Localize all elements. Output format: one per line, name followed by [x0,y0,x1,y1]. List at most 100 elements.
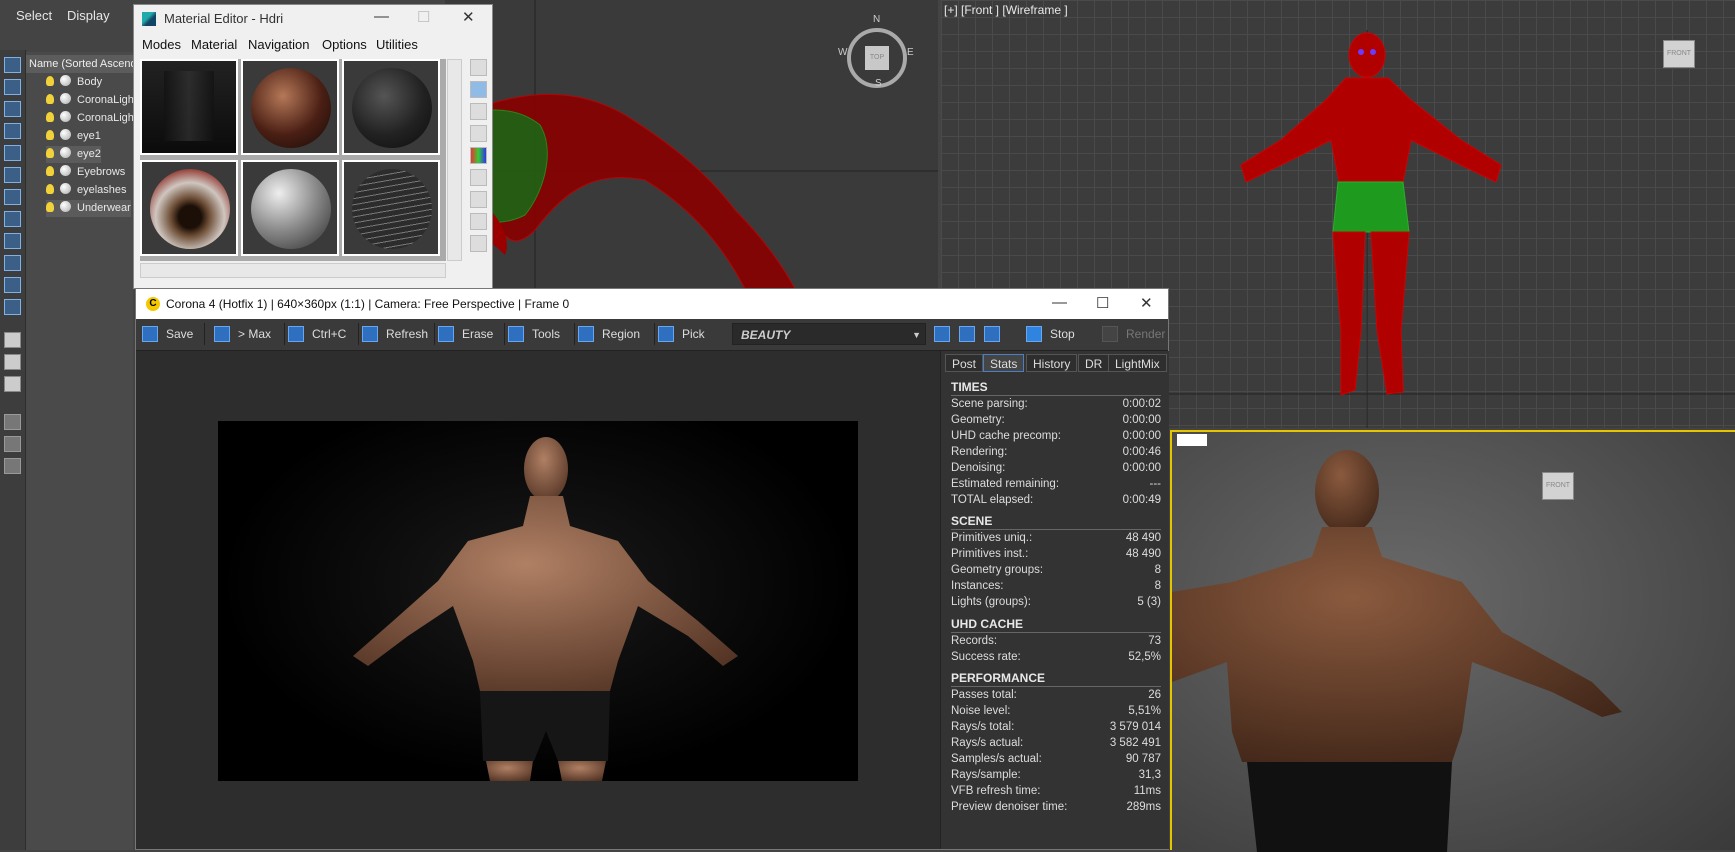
zoom-fit-button[interactable] [984,323,1000,345]
list-icon[interactable] [4,376,21,392]
display-lights-icon[interactable] [4,101,21,117]
stat-row: Rays/s actual: 3 582 491 [951,737,1161,749]
backlight-icon[interactable] [470,81,487,98]
maximize-icon[interactable]: ☐ [1096,294,1109,312]
pick-button[interactable]: Pick [658,323,705,345]
send-to-max-button[interactable]: > Max [214,323,271,345]
material-navigator-icon[interactable] [470,235,487,252]
list-item[interactable]: eye1 [46,128,101,145]
document-icon[interactable] [4,332,21,348]
display-frozen-icon[interactable] [4,277,21,293]
menu-utilities[interactable]: Utilities [376,37,418,52]
display-hidden-icon[interactable] [4,299,21,315]
display-containers-icon[interactable] [4,255,21,271]
list-item[interactable]: Eyebrows [46,164,125,181]
tab-lightmix[interactable]: LightMix [1108,354,1167,372]
render-button[interactable]: Render [1102,323,1165,345]
tools-button[interactable]: Tools [508,323,560,345]
filter-icon[interactable] [4,414,21,430]
navcube-front[interactable]: FRONT [1663,40,1695,68]
tab-dr[interactable]: DR [1078,354,1110,372]
close-icon[interactable]: ✕ [462,8,475,26]
list-item[interactable]: CoronaLight [46,110,137,127]
gear-icon [508,326,524,342]
layer-filter-icon[interactable] [4,436,21,452]
material-slot-cloth[interactable] [342,59,440,155]
zoom-in-button[interactable] [934,323,950,345]
display-cameras-icon[interactable] [4,123,21,139]
sample-uv-icon[interactable] [470,125,487,142]
menu-display[interactable]: Display [67,8,110,23]
slots-horizontal-scrollbar[interactable] [140,263,446,278]
light-bulb-icon[interactable] [46,184,54,194]
maximize-icon[interactable]: ☐ [417,8,430,26]
material-slot-eye[interactable] [140,160,238,256]
material-slot-wire[interactable] [342,160,440,256]
viewcube-top[interactable]: TOP [865,46,889,70]
select-objects-icon[interactable] [4,57,21,73]
material-editor-app-icon [142,12,156,26]
minimize-icon[interactable]: — [1052,294,1067,311]
menu-material[interactable]: Material [191,37,237,52]
refresh-button[interactable]: Refresh [362,323,428,345]
light-bulb-icon[interactable] [46,166,54,176]
menu-navigation[interactable]: Navigation [248,37,309,52]
pick-hand-icon [658,326,674,342]
vfb-tabs: Post Stats History DR LightMix [941,351,1169,373]
light-object-icon [60,111,71,122]
menu-options[interactable]: Options [322,37,367,52]
material-slot-skin[interactable] [241,59,339,155]
save-button[interactable]: Save [142,323,193,345]
tab-history[interactable]: History [1026,354,1078,372]
display-helpers-icon[interactable] [4,145,21,161]
slots-vertical-scrollbar[interactable] [447,59,462,261]
stop-button[interactable]: Stop [1026,323,1075,345]
display-xrefs-icon[interactable] [4,211,21,227]
menu-modes[interactable]: Modes [142,37,181,52]
video-color-check-icon[interactable] [470,147,487,164]
explorer-column-header[interactable]: Name (Sorted Ascending) [26,55,133,73]
stat-row: Lights (groups): 5 (3) [951,596,1161,608]
select-by-material-icon[interactable] [470,213,487,230]
light-bulb-icon[interactable] [46,130,54,140]
list-item[interactable]: eyelashes [46,182,127,199]
channel-dropdown[interactable]: BEAUTY ▼ [732,323,926,345]
make-preview-icon[interactable] [470,169,487,186]
material-slot-glass[interactable] [241,160,339,256]
list-item[interactable]: eye2 [46,146,101,163]
list-item[interactable]: Body [46,74,102,91]
rendered-figure [353,437,738,781]
minimize-icon[interactable]: — [374,8,389,25]
perspective-viewport[interactable]: TOP N S E W [444,0,938,290]
background-checker-icon[interactable] [470,103,487,120]
close-icon[interactable]: ✕ [1140,294,1153,312]
stat-row: Denoising: 0:00:00 [951,462,1161,474]
tab-post[interactable]: Post [945,354,984,372]
zoom-out-button[interactable] [959,323,975,345]
stat-row: Primitives uniq.: 48 490 [951,532,1161,544]
light-bulb-icon[interactable] [46,202,54,212]
erase-button[interactable]: Erase [438,323,493,345]
shaded-viewport[interactable]: FRONT [1170,430,1735,852]
light-bulb-icon[interactable] [46,76,54,86]
menu-select[interactable]: Select [16,8,52,23]
light-bulb-icon[interactable] [46,148,54,158]
display-groups-icon[interactable] [4,189,21,205]
copy-button[interactable]: Ctrl+C [288,323,346,345]
navcube-front-2[interactable]: FRONT [1542,472,1574,500]
display-geometry-icon[interactable] [4,79,21,95]
material-slot-hdri[interactable] [140,59,238,155]
light-bulb-icon[interactable] [46,112,54,122]
sort-icon[interactable] [4,458,21,474]
light-bulb-icon[interactable] [46,94,54,104]
sample-type-icon[interactable] [470,59,487,76]
page-icon[interactable] [4,354,21,370]
list-item[interactable]: Underwear [46,200,131,217]
vfb-canvas[interactable] [136,351,938,849]
region-button[interactable]: Region [578,323,640,345]
list-item[interactable]: CoronaLight [46,92,137,109]
options-icon[interactable] [470,191,487,208]
display-spacewarps-icon[interactable] [4,167,21,183]
display-bones-icon[interactable] [4,233,21,249]
tab-stats[interactable]: Stats [983,354,1025,372]
